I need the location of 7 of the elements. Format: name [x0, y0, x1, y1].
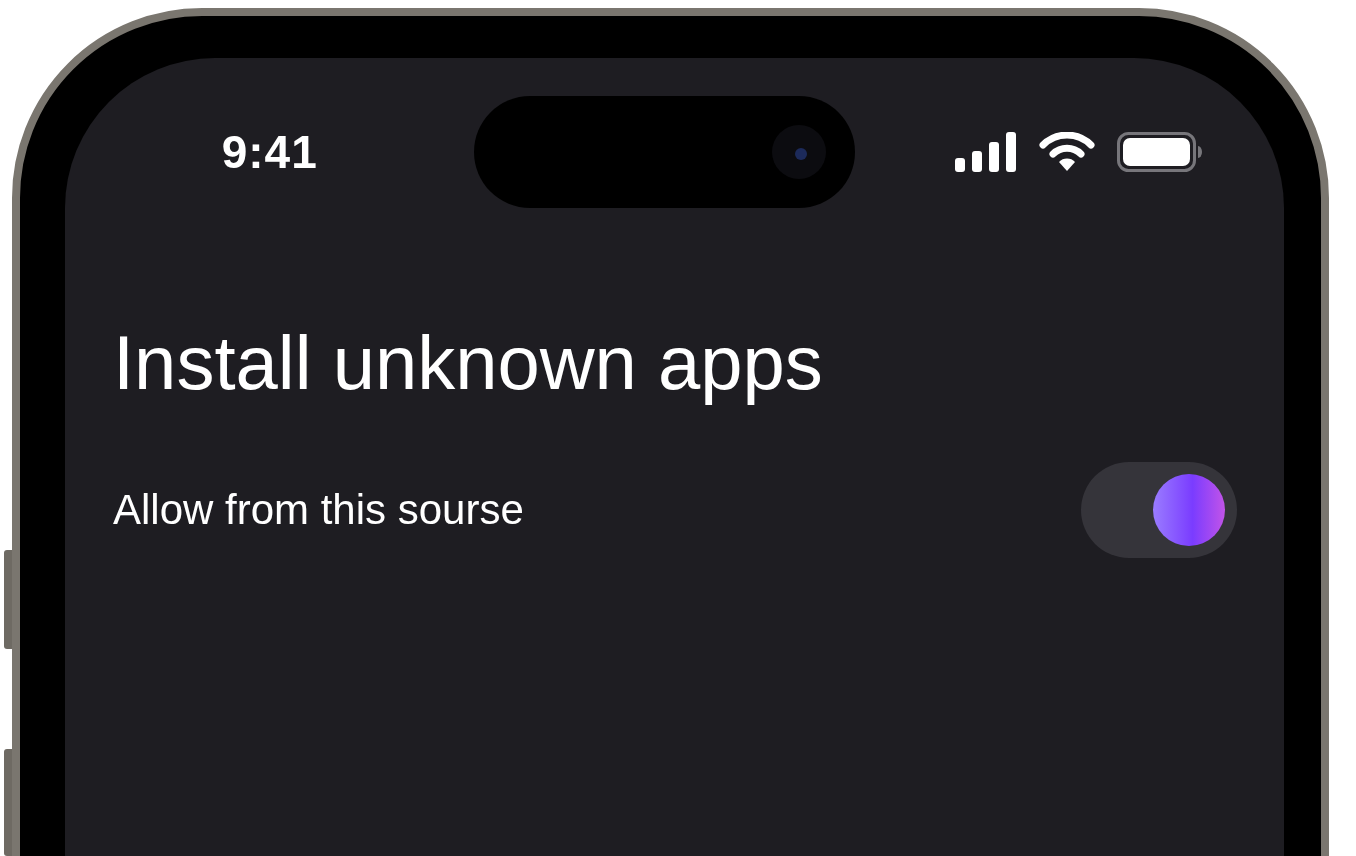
- setting-label: Allow from this sourse: [113, 486, 524, 534]
- camera-icon: [770, 124, 827, 180]
- page-title: Install unknown apps: [113, 319, 824, 407]
- signal-icon: [955, 132, 1018, 172]
- status-time: 9:41: [221, 125, 318, 179]
- wifi-icon: [1039, 132, 1096, 172]
- battery-icon: [1117, 132, 1204, 172]
